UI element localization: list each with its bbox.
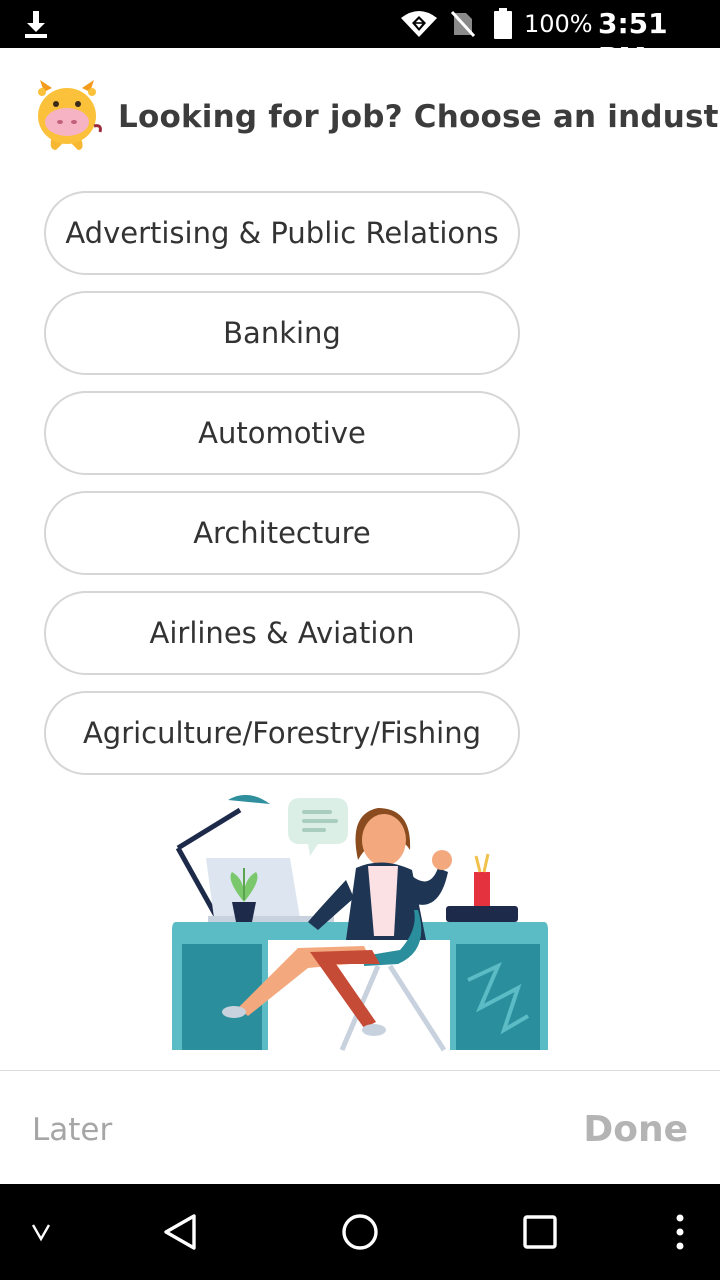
keyboard-toggle-icon[interactable] (30, 1220, 52, 1244)
bottom-divider (0, 1070, 720, 1071)
cow-mascot-icon (38, 80, 102, 150)
home-icon[interactable] (340, 1212, 380, 1252)
recents-icon[interactable] (522, 1214, 558, 1250)
back-icon[interactable] (160, 1212, 200, 1252)
battery-icon (494, 8, 512, 39)
industry-option-architecture[interactable]: Architecture (44, 491, 520, 575)
industry-option-automotive[interactable]: Automotive (44, 391, 520, 475)
no-sim-icon (450, 10, 476, 38)
office-worker-illustration (172, 794, 548, 1052)
industry-option-banking[interactable]: Banking (44, 291, 520, 375)
header: Looking for job? Choose an industry (0, 48, 720, 178)
later-button[interactable]: Later (32, 1108, 112, 1152)
battery-percentage: 100% (524, 10, 593, 38)
page-title: Looking for job? Choose an industry (118, 99, 720, 135)
industry-option-advertising[interactable]: Advertising & Public Relations (44, 191, 520, 275)
navigation-bar (0, 1184, 720, 1280)
menu-icon[interactable] (670, 1212, 690, 1252)
industry-option-airlines[interactable]: Airlines & Aviation (44, 591, 520, 675)
industry-list: Advertising & Public Relations Banking A… (44, 191, 520, 791)
done-button[interactable]: Done (583, 1106, 688, 1154)
industry-option-agriculture[interactable]: Agriculture/Forestry/Fishing (44, 691, 520, 775)
download-icon (25, 11, 47, 38)
wifi-icon (401, 11, 437, 37)
status-bar: 100% 3:51 PM (0, 0, 720, 74)
